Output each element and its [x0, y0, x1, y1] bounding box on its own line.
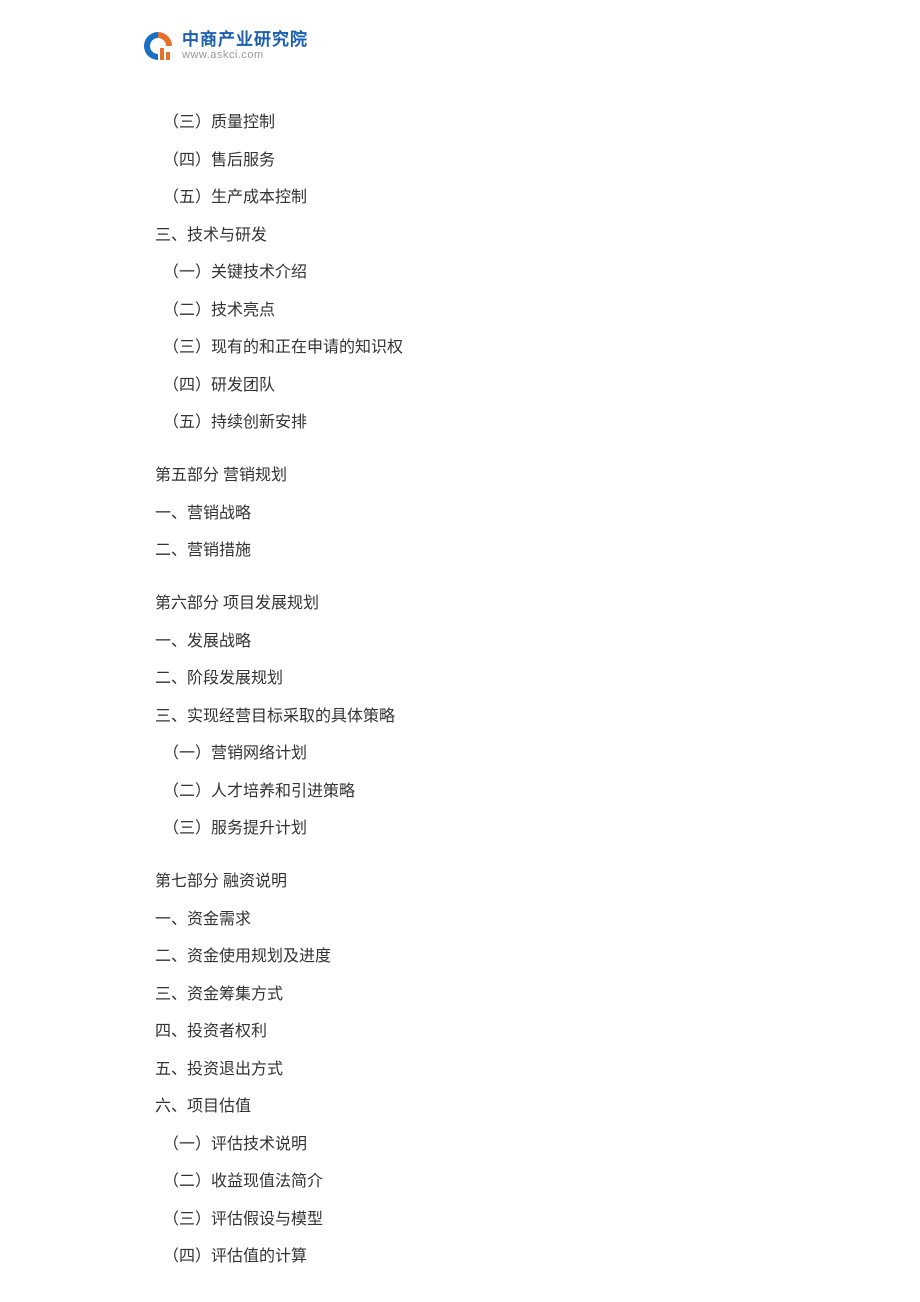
- toc-item: （一）营销网络计划: [155, 746, 780, 762]
- toc-item: （二）人才培养和引进策略: [155, 784, 780, 800]
- toc-item: （五）生产成本控制: [155, 190, 780, 206]
- toc-section-title: 第七部分 融资说明: [155, 874, 780, 890]
- toc-item: （三）评估假设与模型: [155, 1212, 780, 1228]
- toc-item: （三）现有的和正在申请的知识权: [155, 340, 780, 356]
- toc-item: 三、实现经营目标采取的具体策略: [155, 709, 780, 725]
- logo-text: 中商产业研究院 www.askci.com: [182, 31, 308, 61]
- toc-item: 二、阶段发展规划: [155, 671, 780, 687]
- toc-item: 三、资金筹集方式: [155, 987, 780, 1003]
- toc-item: 六、项目估值: [155, 1099, 780, 1115]
- toc-content: （三）质量控制 （四）售后服务 （五）生产成本控制 三、技术与研发 （一）关键技…: [155, 115, 780, 1287]
- toc-item: 二、营销措施: [155, 543, 780, 559]
- logo-icon: [140, 28, 176, 64]
- toc-item: 三、技术与研发: [155, 228, 780, 244]
- toc-item: （二）技术亮点: [155, 303, 780, 319]
- toc-item: （四）售后服务: [155, 153, 780, 169]
- toc-section-title: 第五部分 营销规划: [155, 468, 780, 484]
- toc-item: （四）评估值的计算: [155, 1249, 780, 1265]
- toc-item: （三）质量控制: [155, 115, 780, 131]
- toc-item: 一、营销战略: [155, 506, 780, 522]
- header-logo: 中商产业研究院 www.askci.com: [140, 28, 308, 64]
- toc-item: （一）评估技术说明: [155, 1137, 780, 1153]
- toc-item: 四、投资者权利: [155, 1024, 780, 1040]
- toc-item: （三）服务提升计划: [155, 821, 780, 837]
- logo-chinese: 中商产业研究院: [182, 31, 308, 48]
- toc-item: （四）研发团队: [155, 378, 780, 394]
- toc-item: 五、投资退出方式: [155, 1062, 780, 1078]
- toc-section-title: 第六部分 项目发展规划: [155, 596, 780, 612]
- toc-item: （一）关键技术介绍: [155, 265, 780, 281]
- logo-url: www.askci.com: [182, 50, 308, 61]
- toc-item: 二、资金使用规划及进度: [155, 949, 780, 965]
- toc-item: （二）收益现值法简介: [155, 1174, 780, 1190]
- toc-item: 一、发展战略: [155, 634, 780, 650]
- toc-item: （五）持续创新安排: [155, 415, 780, 431]
- toc-item: 一、资金需求: [155, 912, 780, 928]
